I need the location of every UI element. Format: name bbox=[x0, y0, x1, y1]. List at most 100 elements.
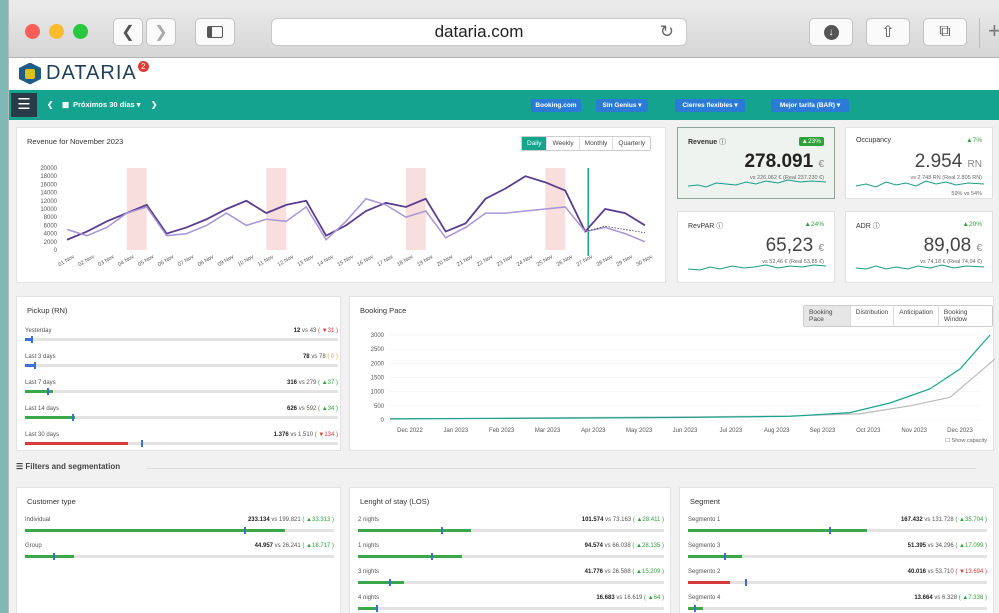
kpi-revenue-change: ▲23% bbox=[798, 137, 824, 146]
x-tick-label: 29 Nov bbox=[616, 254, 634, 268]
pickup-row: Last 30 days 1.376 vs 1.510 ( ▼134 ) bbox=[25, 432, 338, 452]
x-tick-label: Feb 2023 bbox=[489, 428, 515, 434]
x-tick-label: Apr 2023 bbox=[581, 428, 606, 434]
segment-previous-marker bbox=[440, 527, 443, 534]
pickup-row-label: Last 30 days bbox=[25, 432, 60, 438]
revenue-line-chart: 2000018000160001400012000100008000600040… bbox=[40, 166, 653, 268]
x-tick-label: Oct 2023 bbox=[856, 428, 881, 434]
segment-row-value: 44.957 vs 26.241 ( ▲18.717 ) bbox=[254, 543, 334, 549]
x-tick-label: 13 Nov bbox=[297, 254, 315, 268]
weekend-band bbox=[405, 168, 426, 250]
segment-row-value: 16.683 vs 16.619 ( ▲64 ) bbox=[596, 595, 664, 601]
segment-title: Segment bbox=[690, 497, 721, 506]
segment-row-label: 4 nights bbox=[358, 595, 380, 601]
x-tick-label: Jun 2023 bbox=[673, 428, 698, 434]
kpi-revenue-card[interactable]: Revenue ⓘ ▲23% 278.091 € vs 226.062 € (R… bbox=[677, 127, 835, 199]
segment-progress-bar bbox=[358, 553, 664, 560]
notification-badge[interactable]: 2 bbox=[137, 61, 149, 72]
kpi-revpar-sparkline bbox=[688, 264, 826, 271]
segment-row[interactable]: 4 nights 16.683 vs 16.619 ( ▲64 ) bbox=[358, 595, 664, 613]
y-tick-label: 14000 bbox=[40, 191, 57, 197]
next-period-button[interactable]: ❯ bbox=[151, 100, 157, 109]
prev-period-button[interactable]: ❮ bbox=[47, 100, 53, 109]
show-capacity-checkbox[interactable]: ☐ Show capacity bbox=[945, 438, 987, 444]
segment-row[interactable]: Group 44.957 vs 26.241 ( ▲18.717 ) bbox=[25, 543, 334, 565]
menu-button[interactable]: ☰ bbox=[11, 93, 37, 117]
reload-icon[interactable]: ↻ bbox=[660, 22, 674, 42]
segment-row[interactable]: Segmento 4 13.664 vs 6.328 ( ▲7.336 ) bbox=[688, 595, 987, 613]
kpi-adr-value: 89,08 € bbox=[923, 235, 982, 256]
x-tick-label: 01 Nov bbox=[57, 254, 75, 268]
filters-heading[interactable]: ☰ Filters and segmentation bbox=[16, 462, 986, 476]
x-tick-label: Dec 2023 bbox=[947, 428, 973, 434]
pickup-row-label: Last 7 days bbox=[25, 380, 56, 386]
back-button[interactable]: ❮ bbox=[113, 18, 143, 46]
segment-row[interactable]: 3 nights 41.776 vs 26.588 ( ▲15.209 ) bbox=[358, 569, 664, 591]
segment-row[interactable]: Individual 233.134 vs 199.821 ( ▲33.313 ) bbox=[25, 517, 334, 539]
segment-previous-marker bbox=[431, 553, 434, 560]
period-label: Próximos 30 días bbox=[73, 100, 135, 109]
share-button[interactable]: ⇧ bbox=[866, 18, 910, 46]
cierres-filter-dropdown[interactable]: Cierres flexibles ▾ bbox=[675, 99, 745, 112]
segment-row[interactable]: 1 nights 94.574 vs 66.038 ( ▲28.135 ) bbox=[358, 543, 664, 565]
calendar-icon: ▦ bbox=[62, 100, 70, 109]
downloads-button[interactable]: ↓ bbox=[809, 18, 853, 46]
pace-current-line bbox=[389, 334, 991, 420]
pace-last-year-line bbox=[389, 358, 995, 420]
sidebar-toggle-button[interactable] bbox=[195, 18, 235, 46]
x-tick-label: 27 Nov bbox=[576, 254, 594, 268]
url-text: dataria.com bbox=[434, 22, 524, 41]
kpi-adr-label: ADR ⓘ bbox=[856, 223, 880, 230]
tabs-button[interactable]: ⧉ bbox=[923, 18, 967, 46]
zoom-window-button[interactable] bbox=[73, 24, 88, 39]
app-header: DATARIA 2 bbox=[9, 58, 999, 90]
address-bar[interactable]: dataria.com ↻ bbox=[271, 18, 687, 46]
forward-button[interactable]: ❯ bbox=[146, 18, 176, 46]
pickup-row: Last 3 days 78 vs 78 ( 0 ) bbox=[25, 354, 338, 374]
segment-row-label: Segmento 2 bbox=[688, 569, 721, 575]
dataria-logo[interactable]: DATARIA 2 bbox=[19, 61, 149, 85]
kpi-revenue-value: 278.091 € bbox=[744, 151, 824, 172]
kpi-adr-card[interactable]: ADR ⓘ ▲20% 89,08 € vs 74,18 € (Real 74,0… bbox=[845, 211, 993, 283]
x-tick-label: 07 Nov bbox=[177, 254, 195, 268]
x-tick-label: 26 Nov bbox=[556, 254, 574, 268]
segment-row-label: Segmento 4 bbox=[688, 595, 721, 601]
segment-progress-bar bbox=[358, 579, 664, 586]
kpi-occupancy-change: ▲7% bbox=[966, 137, 982, 144]
minimize-window-button[interactable] bbox=[49, 24, 64, 39]
kpi-revpar-card[interactable]: RevPAR ⓘ ▲24% 65,23 € vs 52,46 € (Real 5… bbox=[677, 211, 835, 283]
share-icon: ⇧ bbox=[881, 24, 895, 41]
segment-row-label: 1 nights bbox=[358, 543, 380, 549]
close-window-button[interactable] bbox=[25, 24, 40, 39]
segment-previous-marker bbox=[52, 553, 55, 560]
segment-previous-marker bbox=[376, 605, 379, 612]
new-tab-button[interactable]: + bbox=[979, 18, 999, 48]
kpi-occupancy-value: 2.954 RN bbox=[914, 151, 982, 172]
genius-filter-dropdown[interactable]: Sin Genius ▾ bbox=[596, 99, 648, 112]
tarifa-filter-dropdown[interactable]: Mejor tarifa (BAR) ▾ bbox=[771, 99, 849, 112]
segment-previous-marker bbox=[723, 553, 726, 560]
kpi-occupancy-card[interactable]: Occupancy ▲7% 2.954 RN vs 2.748 RN (Real… bbox=[845, 127, 993, 199]
kpi-occupancy-percent: 59% vs 54% bbox=[951, 191, 982, 197]
segment-row[interactable]: Segmento 2 40.016 vs 53.710 ( ▼13.694 ) bbox=[688, 569, 987, 591]
x-tick-label: Jul 2023 bbox=[719, 428, 742, 434]
los-title: Lenght of stay (LOS) bbox=[360, 497, 430, 506]
segment-progress-bar bbox=[358, 527, 664, 534]
y-tick-label: 10000 bbox=[40, 207, 57, 213]
browser-window: ❮ ❯ dataria.com ↻ ↓ ⇧ ⧉ + DATARIA 2 ☰ ❮ ▦… bbox=[8, 0, 999, 613]
pickup-previous-marker bbox=[31, 336, 34, 343]
forecast-line bbox=[585, 225, 646, 234]
period-selector[interactable]: Próximos 30 días ▾ bbox=[73, 100, 141, 109]
customer-type-card: Customer type Individual 233.134 vs 199.8… bbox=[16, 487, 341, 613]
segment-row-value: 40.016 vs 53.710 ( ▼13.694 ) bbox=[907, 569, 987, 575]
pickup-row-label: Yesterday bbox=[25, 328, 52, 334]
pickup-row-value: 12 vs 43 ( ▼31 ) bbox=[293, 328, 338, 334]
segment-row[interactable]: 2 nights 101.574 vs 73.163 ( ▲28.411 ) bbox=[358, 517, 664, 539]
x-tick-label: 19 Nov bbox=[416, 254, 434, 268]
x-tick-label: 20 Nov bbox=[436, 254, 454, 268]
channel-filter-button[interactable]: Booking.com bbox=[531, 99, 581, 112]
pickup-previous-marker bbox=[140, 440, 143, 447]
segment-row[interactable]: Segmento 3 51.395 vs 34.296 ( ▲17.099 ) bbox=[688, 543, 987, 565]
segment-row[interactable]: Segmento 1 167.432 vs 131.728 ( ▲35.704 ) bbox=[688, 517, 987, 539]
tarifa-filter-label: Mejor tarifa (BAR) bbox=[779, 102, 836, 109]
